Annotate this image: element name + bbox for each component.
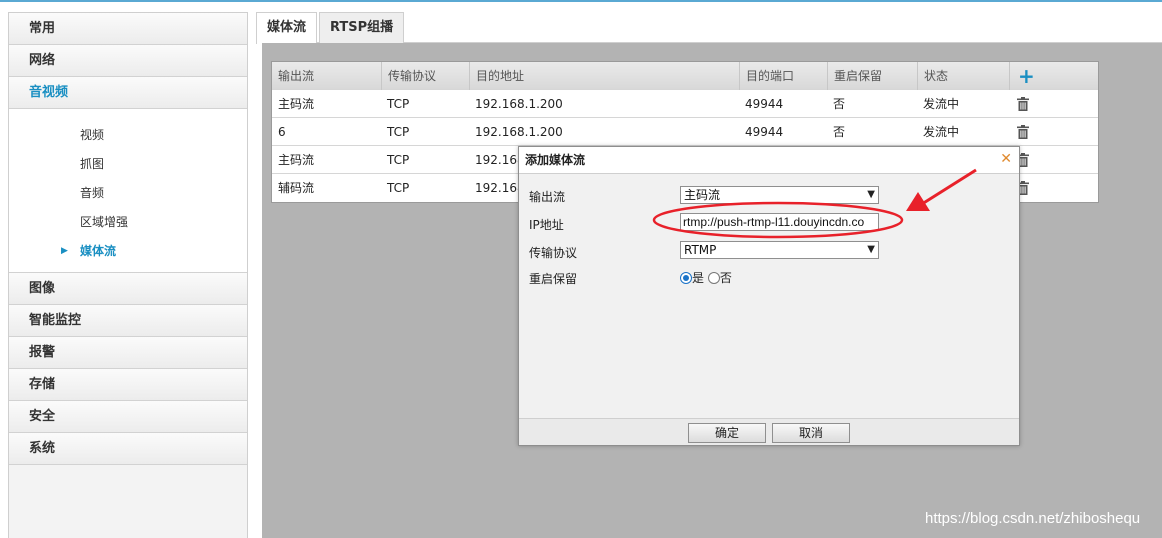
keep-on-restart-label: 重启保留 xyxy=(529,272,578,286)
sidebar-subitem-media-stream[interactable]: ▶ 媒体流 xyxy=(9,237,247,266)
sidebar-item-common[interactable]: 常用 xyxy=(9,13,247,45)
table-cell: 49944 xyxy=(745,97,784,111)
keep-on-restart-radios: 是 否 xyxy=(680,269,732,286)
tab-media-stream[interactable]: 媒体流 xyxy=(256,12,318,44)
table-cell: 主码流 xyxy=(278,97,315,111)
keep-yes-label: 是 xyxy=(692,271,705,285)
protocol-select-value: RTMP xyxy=(684,243,717,257)
sidebar-subitem-label: 视频 xyxy=(80,128,105,142)
sidebar-subitem-snapshot[interactable]: 抓图 xyxy=(9,150,247,179)
ip-address-input[interactable]: rtmp://push-rtmp-l11.douyincdn.co xyxy=(680,213,879,231)
table-cell: 发流中 xyxy=(923,97,960,111)
cancel-button[interactable]: 取消 xyxy=(772,423,850,443)
delete-row-button[interactable] xyxy=(1009,174,1100,202)
column-header: 输出流 xyxy=(278,69,315,83)
trash-icon xyxy=(1017,97,1029,111)
sidebar-item-storage[interactable]: 存储 xyxy=(9,369,247,401)
column-header: 重启保留 xyxy=(827,62,917,90)
protocol-select[interactable]: RTMP ▼ xyxy=(680,241,879,259)
ip-label: IP地址 xyxy=(529,218,564,232)
table-row: 6 TCP 192.168.1.200 49944 否 发流中 xyxy=(272,118,1098,146)
trash-icon xyxy=(1017,125,1029,139)
add-media-stream-dialog: 添加媒体流 ✕ 输出流 主码流 ▼ IP地址 rtmp://push-rtmp-l… xyxy=(518,146,1020,446)
table-header-row: 输出流 传输协议 目的地址 目的端口 重启保留 状态 + xyxy=(272,62,1098,90)
stream-label: 输出流 xyxy=(529,190,566,204)
keep-yes-radio[interactable] xyxy=(680,272,692,284)
keep-no-radio[interactable] xyxy=(707,272,720,284)
plus-icon: + xyxy=(1018,64,1035,88)
table-cell: 192.168.1.200 xyxy=(475,97,563,111)
dialog-title: 添加媒体流 xyxy=(519,147,1019,174)
sidebar-item-network[interactable]: 网络 xyxy=(9,45,247,77)
delete-row-button[interactable] xyxy=(1009,146,1100,174)
ok-button[interactable]: 确定 xyxy=(688,423,766,443)
table-cell: 主码流 xyxy=(278,153,315,167)
table-cell: 否 xyxy=(833,97,846,111)
sidebar-item-smart-monitor[interactable]: 智能监控 xyxy=(9,305,247,337)
table-cell: 49944 xyxy=(745,125,784,139)
sidebar: 常用 网络 音视频 视频 抓图 音频 区域增强 ▶ 媒体流 图像 智能监控 报警 … xyxy=(8,12,248,538)
top-accent-line xyxy=(0,0,1162,2)
sidebar-item-audio-video[interactable]: 音视频 xyxy=(9,77,247,109)
chevron-down-icon: ▼ xyxy=(867,189,875,200)
add-stream-button[interactable]: + xyxy=(1009,62,1100,90)
sidebar-subitem-label: 音频 xyxy=(80,186,105,200)
tab-bar: 媒体流 RTSP组播 xyxy=(256,12,1162,44)
column-header: 目的端口 xyxy=(739,62,827,90)
sidebar-subitem-label: 媒体流 xyxy=(80,244,117,258)
caret-right-icon: ▶ xyxy=(61,246,68,256)
table-cell: 发流中 xyxy=(923,125,960,139)
column-header: 传输协议 xyxy=(381,62,469,90)
sidebar-item-image[interactable]: 图像 xyxy=(9,273,247,305)
delete-row-button[interactable] xyxy=(1009,118,1100,146)
table-cell: TCP xyxy=(387,97,410,111)
table-cell: 否 xyxy=(833,125,846,139)
protocol-label: 传输协议 xyxy=(529,246,578,260)
sidebar-item-system[interactable]: 系统 xyxy=(9,433,247,465)
sidebar-item-alarm[interactable]: 报警 xyxy=(9,337,247,369)
column-header: 目的地址 xyxy=(469,62,739,90)
sidebar-subitem-region-enhance[interactable]: 区域增强 xyxy=(9,208,247,237)
sidebar-item-security[interactable]: 安全 xyxy=(9,401,247,433)
sidebar-subitem-label: 抓图 xyxy=(80,157,105,171)
close-icon[interactable]: ✕ xyxy=(1000,150,1012,168)
table-cell: 192.168.1.200 xyxy=(475,125,563,139)
watermark: https://blog.csdn.net/zhiboshequ xyxy=(925,510,1141,527)
table-cell: 6 xyxy=(278,125,286,139)
column-header: 状态 xyxy=(917,62,1009,90)
table-cell: 辅码流 xyxy=(278,181,315,195)
sidebar-subitem-video[interactable]: 视频 xyxy=(9,121,247,150)
table-cell: TCP xyxy=(387,125,410,139)
table-cell: TCP xyxy=(387,181,410,195)
table-row: 主码流 TCP 192.168.1.200 49944 否 发流中 xyxy=(272,90,1098,118)
keep-no-label: 否 xyxy=(719,271,732,285)
chevron-down-icon: ▼ xyxy=(867,244,875,255)
stream-select-value: 主码流 xyxy=(684,188,721,202)
stream-select[interactable]: 主码流 ▼ xyxy=(680,186,879,204)
table-cell: TCP xyxy=(387,153,410,167)
tab-rtsp-multicast[interactable]: RTSP组播 xyxy=(319,12,405,43)
delete-row-button[interactable] xyxy=(1009,90,1100,118)
dialog-footer: 确定 取消 xyxy=(519,418,1019,445)
sidebar-submenu: 视频 抓图 音频 区域增强 ▶ 媒体流 xyxy=(9,109,247,273)
sidebar-subitem-audio[interactable]: 音频 xyxy=(9,179,247,208)
sidebar-subitem-label: 区域增强 xyxy=(80,215,129,229)
